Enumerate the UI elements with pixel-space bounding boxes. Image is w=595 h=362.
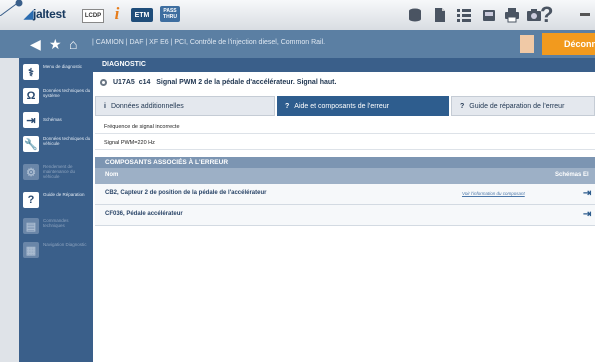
jaltest-logo: ◢jaltest (24, 7, 66, 21)
print-icon[interactable] (504, 7, 520, 23)
tab-error-help[interactable]: ? Aide et composants de l'erreur (277, 96, 449, 116)
sidebar-item-schemas[interactable]: ⇥ Schémas (19, 110, 93, 130)
database-icon[interactable] (407, 7, 423, 23)
table-row[interactable]: CB2, Capteur 2 de position de la pédale … (95, 184, 595, 205)
column-schemas-header: Schémas El (555, 172, 589, 178)
nav-bar: ◀ ★ ⌂ | CAMION | DAF | XF E6 | PCI, Cont… (0, 30, 595, 58)
star-icon[interactable]: ★ (49, 36, 62, 53)
maintenance-icon: ⚙ (23, 164, 39, 180)
notification-icon[interactable] (520, 35, 534, 53)
schema-icon: ⇥ (23, 112, 39, 128)
etm-button[interactable]: ETM (131, 8, 153, 22)
help-icon: ? (285, 102, 290, 110)
callout-marker (0, 0, 23, 16)
tab-additional-data[interactable]: i Données additionnelles (95, 96, 275, 116)
sidebar-item-vehicle-data[interactable]: 🔧 Données techniques du véhicule (19, 134, 93, 154)
commands-icon: ▤ (23, 218, 39, 234)
sidebar-item-label: Commandes techniques (43, 218, 69, 228)
stethoscope-icon: ⚕ (23, 64, 39, 80)
sidebar-item-label: Navigation Diagnostic (43, 242, 87, 247)
minimize-icon[interactable] (580, 13, 590, 16)
lcdp-button[interactable]: LCDP (82, 9, 104, 23)
sidebar-item-commands: ▤ Commandes techniques (19, 216, 93, 236)
sidebar-item-label: Données techniques du véhicule (43, 136, 91, 146)
back-arrow-icon[interactable]: ◀ (30, 36, 41, 53)
document-icon[interactable] (432, 7, 448, 23)
wrench-icon: 🔧 (23, 136, 39, 152)
sidebar-item-maintenance: ⚙ Rendement de maintenance du véhicule (19, 162, 93, 182)
sidebar-item-navigation: ▦ Navigation Diagnostic (19, 240, 93, 260)
list-icon[interactable] (456, 7, 472, 23)
table-row[interactable]: CF036, Pédale accélérateur ⇥ (95, 205, 595, 226)
navigation-icon: ▦ (23, 242, 39, 258)
schema-arrow-icon[interactable]: ⇥ (583, 188, 591, 199)
sidebar-item-label: Guide de Réparation (43, 192, 85, 197)
car-icon[interactable] (481, 7, 497, 23)
sidebar-item-repair-guide[interactable]: ? Guide de Réparation (19, 190, 93, 210)
divider (95, 149, 595, 150)
fault-status-icon (100, 79, 107, 86)
sidebar: ⚕ Menu de diagnostic Ω Données technique… (19, 58, 93, 362)
schema-arrow-icon[interactable]: ⇥ (583, 209, 591, 220)
table-header: Nom Schémas El (95, 168, 595, 184)
info-line: Fréquence de signal incorrecte (104, 124, 180, 130)
ohm-icon: Ω (23, 88, 39, 104)
sidebar-item-diagnostic-menu[interactable]: ⚕ Menu de diagnostic (19, 62, 93, 82)
info-line: Signal PWM=220 Hz (104, 140, 155, 146)
fault-description: Signal PWM 2 de la pédale d'accélérateur… (156, 79, 337, 86)
divider (95, 133, 595, 134)
info-icon[interactable]: i (108, 4, 126, 23)
fault-code: U17A5 (113, 79, 135, 86)
components-title: COMPOSANTS ASSOCIÉS À L'ERREUR (95, 157, 595, 168)
repair-guide-icon: ? (460, 102, 465, 110)
section-title: DIAGNOSTIC (93, 58, 595, 72)
pass-thru-button[interactable]: PASS THRU (160, 6, 180, 22)
disconnect-button[interactable]: Déconne (542, 33, 595, 55)
tab-bar: i Données additionnelles ? Aide et composa… (95, 96, 595, 116)
sidebar-item-label: Schémas (43, 117, 62, 122)
fault-subcode: c14 (138, 79, 151, 86)
sidebar-item-label: Données techniques du système (43, 88, 91, 98)
component-name: CB2, Capteur 2 de position de la pédale … (105, 190, 267, 196)
sidebar-item-label: Menu de diagnostic (43, 64, 83, 69)
breadcrumb: | CAMION | DAF | XF E6 | PCI, Contrôle d… (92, 39, 326, 46)
home-icon[interactable]: ⌂ (69, 36, 77, 52)
sidebar-item-system-data[interactable]: Ω Données techniques du système (19, 86, 93, 106)
column-name-header: Nom (105, 172, 119, 178)
component-name: CF036, Pédale accélérateur (105, 211, 183, 217)
sidebar-item-label: Rendement de maintenance du véhicule (43, 164, 76, 179)
help-icon[interactable]: ? (540, 2, 553, 28)
repair-guide-icon: ? (23, 192, 39, 208)
fault-code-line: U17A5 c14 Signal PWM 2 de la pédale d'ac… (100, 79, 336, 91)
tab-repair-guide[interactable]: ? Guide de réparation de l'erreur (451, 96, 595, 116)
toolbar: ◢jaltest LCDP i ETM PASS THRU ? (0, 0, 595, 31)
info-icon: i (104, 102, 106, 110)
component-info-link[interactable]: Voir l'information du composant (462, 191, 525, 196)
